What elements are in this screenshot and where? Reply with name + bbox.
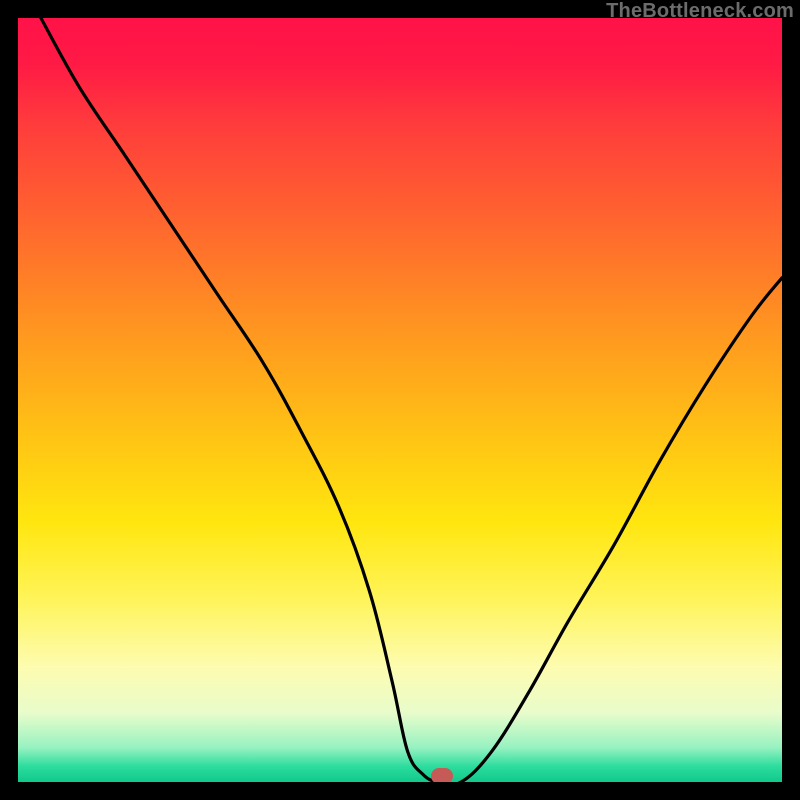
min-point-marker — [431, 768, 453, 782]
chart-frame: TheBottleneck.com — [0, 0, 800, 800]
plot-area — [18, 18, 782, 782]
bottleneck-curve — [18, 18, 782, 782]
